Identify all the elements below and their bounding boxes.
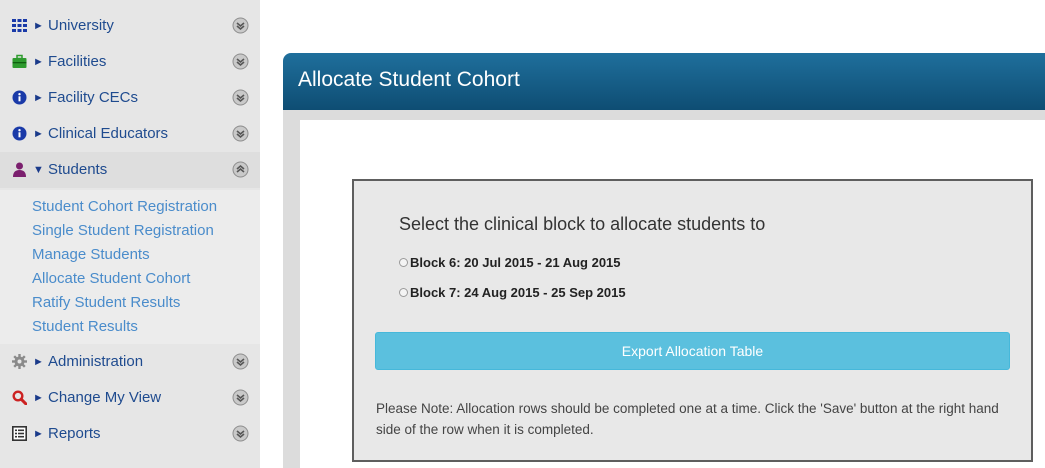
chevron-down-circle-icon[interactable]	[232, 17, 249, 34]
briefcase-icon	[12, 54, 27, 68]
block-7-radio[interactable]	[399, 287, 408, 297]
list-icon	[12, 426, 27, 441]
submenu-link-student-cohort-registration[interactable]: Student Cohort Registration	[32, 198, 217, 216]
sidebar-item-university[interactable]: ► University	[0, 8, 260, 44]
block-7-label: Block 7: 24 Aug 2015 - 25 Sep 2015	[410, 284, 626, 300]
grid-icon	[12, 19, 27, 32]
page-title: Allocate Student Cohort	[298, 68, 520, 91]
user-icon	[13, 162, 26, 177]
sidebar-item-students[interactable]: ▼ Students	[0, 152, 260, 188]
block-selection-prompt: Select the clinical block to allocate st…	[399, 214, 766, 234]
submenu-link-allocate-student-cohort[interactable]: Allocate Student Cohort	[32, 270, 190, 288]
expand-arrow-icon: ►	[33, 356, 44, 368]
allocation-note: Please Note: Allocation rows should be c…	[376, 401, 999, 437]
collapse-arrow-icon: ▼	[33, 164, 44, 176]
chevron-up-circle-icon[interactable]	[232, 161, 249, 178]
expand-arrow-icon: ►	[33, 392, 44, 404]
block-option-6[interactable]: Block 6: 20 Jul 2015 - 21 Aug 2015	[399, 254, 621, 270]
sidebar-item-facility-cecs[interactable]: ► Facility CECs	[0, 80, 260, 116]
sidebar-item-administration[interactable]: ► Administration	[0, 344, 260, 380]
chevron-down-circle-icon[interactable]	[232, 89, 249, 106]
expand-arrow-icon: ►	[33, 20, 44, 32]
sidebar: ► University ► Facilities ► Facility CEC…	[0, 0, 260, 468]
sidebar-item-change-my-view[interactable]: ► Change My View	[0, 380, 260, 416]
info-icon	[12, 90, 27, 105]
gear-icon	[12, 354, 27, 369]
chevron-down-circle-icon[interactable]	[232, 389, 249, 406]
sidebar-item-label: Clinical Educators	[48, 125, 169, 142]
sidebar-item-label: Reports	[48, 425, 101, 442]
expand-arrow-icon: ►	[33, 428, 44, 440]
export-allocation-table-button[interactable]: Export Allocation Table	[375, 332, 1010, 370]
block-6-label: Block 6: 20 Jul 2015 - 21 Aug 2015	[410, 254, 621, 270]
magnifier-icon	[12, 390, 27, 405]
sidebar-item-label: Facilities	[48, 53, 107, 70]
sidebar-item-label: University	[48, 17, 114, 34]
chevron-down-circle-icon[interactable]	[232, 125, 249, 142]
block-6-radio[interactable]	[399, 257, 408, 267]
submenu-link-single-student-registration[interactable]: Single Student Registration	[32, 222, 214, 240]
chevron-down-circle-icon[interactable]	[232, 53, 249, 70]
info-icon	[12, 126, 27, 141]
submenu-link-student-results[interactable]: Student Results	[32, 318, 138, 336]
sidebar-item-label: Administration	[48, 353, 144, 370]
submenu-link-ratify-student-results[interactable]: Ratify Student Results	[32, 294, 180, 312]
chevron-down-circle-icon[interactable]	[232, 425, 249, 442]
expand-arrow-icon: ►	[33, 128, 44, 140]
submenu-link-manage-students[interactable]: Manage Students	[32, 246, 150, 264]
panel-header: Allocate Student Cohort	[283, 53, 1045, 110]
sidebar-item-reports[interactable]: ► Reports	[0, 416, 260, 452]
block-option-7[interactable]: Block 7: 24 Aug 2015 - 25 Sep 2015	[399, 284, 626, 300]
chevron-down-circle-icon[interactable]	[232, 353, 249, 370]
sidebar-item-label: Change My View	[48, 389, 162, 406]
expand-arrow-icon: ►	[33, 56, 44, 68]
sidebar-item-facilities[interactable]: ► Facilities	[0, 44, 260, 80]
sidebar-item-clinical-educators[interactable]: ► Clinical Educators	[0, 116, 260, 152]
sidebar-item-label: Students	[48, 161, 108, 178]
sidebar-item-label: Facility CECs	[48, 89, 139, 106]
expand-arrow-icon: ►	[33, 92, 44, 104]
students-submenu: Student Cohort Registration Single Stude…	[0, 190, 260, 344]
